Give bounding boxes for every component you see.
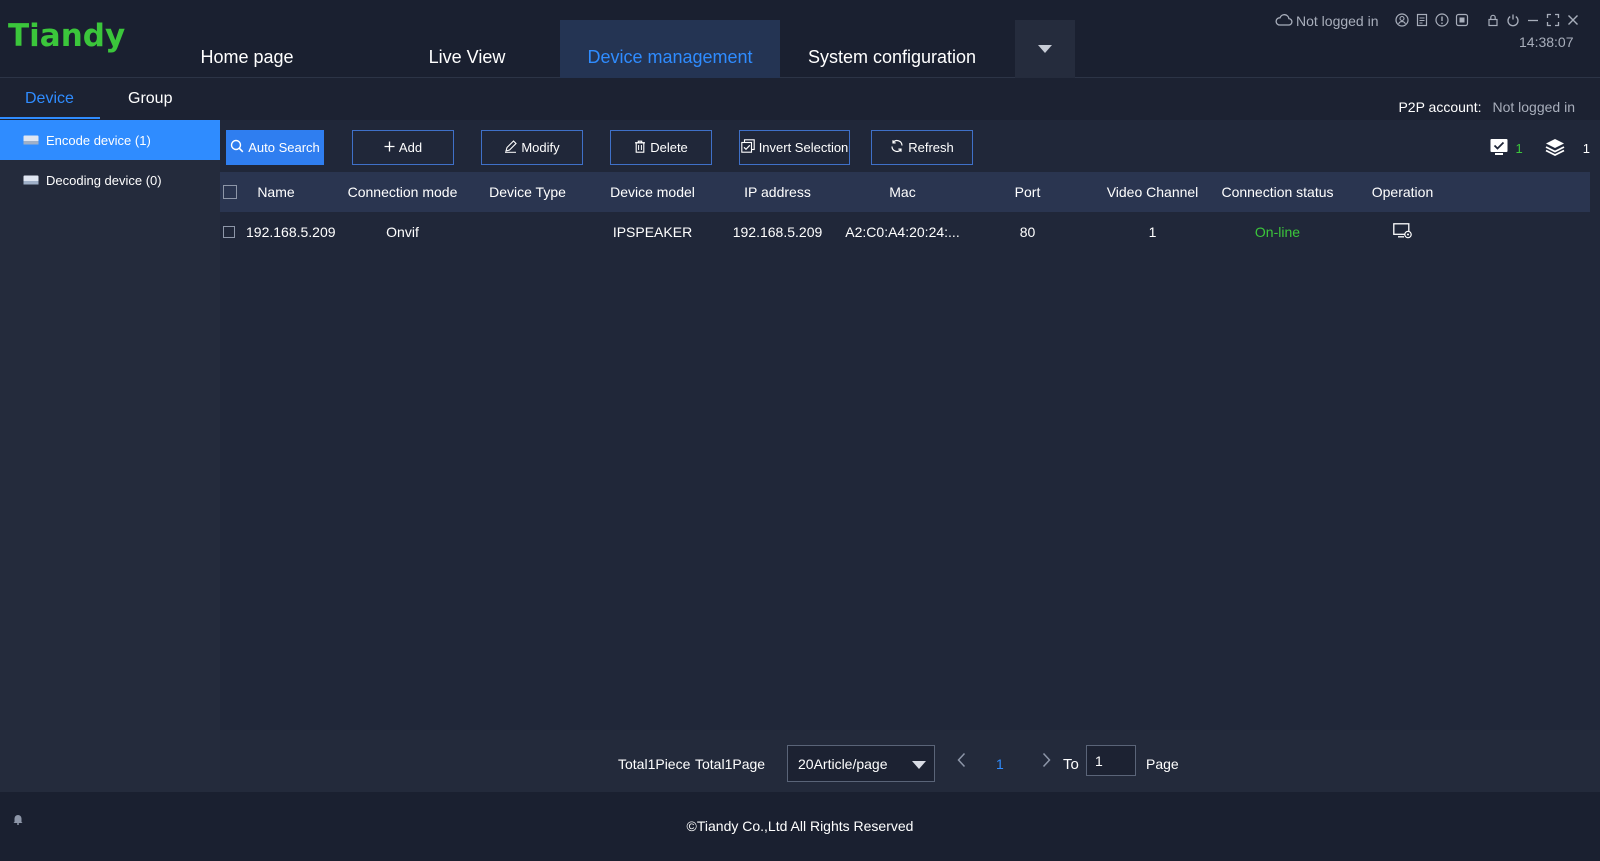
fullscreen-icon[interactable] bbox=[1545, 12, 1560, 27]
cell-connection-status: On-line bbox=[1254, 224, 1301, 240]
total-pages: Total1Page bbox=[695, 756, 766, 772]
pagination-bar: Total1Piece Total1Page 20Article/page 1 … bbox=[220, 730, 1600, 792]
column-header-ip-address[interactable]: IP address bbox=[715, 172, 840, 212]
refresh-button[interactable]: Refresh bbox=[871, 130, 973, 165]
search-icon bbox=[230, 139, 244, 156]
user-icon[interactable] bbox=[1394, 12, 1409, 27]
subtab-group[interactable]: Group bbox=[128, 90, 172, 108]
delete-button[interactable]: Delete bbox=[610, 130, 712, 165]
subtab-active-underline bbox=[0, 117, 100, 119]
cloud-icon bbox=[1275, 13, 1293, 29]
online-monitor-icon bbox=[1490, 138, 1508, 159]
device-table-header: Name Connection mode Device Type Device … bbox=[220, 172, 1590, 212]
device-settings-icon[interactable] bbox=[1392, 222, 1413, 242]
nav-tab-live-view[interactable]: Live View bbox=[357, 20, 577, 78]
column-header-name[interactable]: Name bbox=[240, 172, 312, 212]
cell-device-type bbox=[465, 212, 590, 252]
top-bar: Tiandy Home page Live View Device manage… bbox=[0, 0, 1600, 78]
modify-button[interactable]: Modify bbox=[481, 130, 583, 165]
subtab-device[interactable]: Device bbox=[25, 90, 74, 108]
p2p-account-label: P2P account: bbox=[1398, 99, 1482, 115]
chevron-down-icon bbox=[1038, 45, 1052, 53]
cloud-login-status[interactable]: Not logged in bbox=[1275, 13, 1379, 29]
chevron-right-icon bbox=[1042, 752, 1051, 768]
pencil-icon bbox=[504, 139, 518, 156]
cloud-status-text: Not logged in bbox=[1296, 13, 1379, 29]
online-count: 1 bbox=[1515, 141, 1523, 156]
chevron-left-icon bbox=[957, 752, 966, 768]
row-checkbox[interactable] bbox=[223, 226, 235, 238]
page-size-select[interactable]: 20Article/page bbox=[787, 745, 935, 782]
cell-port: 80 bbox=[1019, 224, 1036, 240]
prev-page-button[interactable] bbox=[952, 748, 972, 772]
cell-video-channel: 1 bbox=[1148, 224, 1157, 240]
plus-icon bbox=[384, 140, 395, 155]
column-header-connection-status[interactable]: Connection status bbox=[1215, 172, 1340, 212]
copyright-text: ©Tiandy Co.,Ltd All Rights Reserved bbox=[686, 818, 914, 834]
next-page-button[interactable] bbox=[1036, 748, 1056, 772]
column-header-device-type[interactable]: Device Type bbox=[465, 172, 590, 212]
power-icon[interactable] bbox=[1505, 12, 1520, 27]
page-number-current[interactable]: 1 bbox=[996, 756, 1004, 772]
nav-tab-device-management[interactable]: Device management bbox=[560, 20, 780, 78]
page-label: Page bbox=[1146, 756, 1179, 772]
device-stats: 1 1 bbox=[1490, 138, 1590, 159]
column-header-mac[interactable]: Mac bbox=[840, 172, 965, 212]
clock: 14:38:07 bbox=[1519, 34, 1574, 50]
select-all-checkbox[interactable] bbox=[223, 185, 237, 199]
nav-more-dropdown[interactable] bbox=[1015, 20, 1075, 78]
trash-icon bbox=[634, 140, 646, 156]
system-icons bbox=[1394, 12, 1580, 27]
lock-icon[interactable] bbox=[1485, 12, 1500, 27]
goto-page-input[interactable] bbox=[1086, 745, 1136, 776]
document-icon[interactable] bbox=[1414, 12, 1429, 27]
alert-icon[interactable] bbox=[1434, 12, 1449, 27]
cell-device-model: IPSPEAKER bbox=[612, 224, 693, 240]
sidebar-item-label: Decoding device (0) bbox=[46, 172, 162, 188]
sidebar-item-label: Encode device (1) bbox=[46, 132, 151, 148]
cell-name: 192.168.5.209 bbox=[246, 224, 336, 240]
tiandy-logo: Tiandy bbox=[8, 18, 126, 54]
device-icon bbox=[23, 175, 39, 185]
invert-selection-icon bbox=[740, 139, 755, 156]
close-icon[interactable] bbox=[1565, 12, 1580, 27]
device-sidebar: Encode device (1) Decoding device (0) bbox=[0, 120, 220, 792]
cell-ip-address: 192.168.5.209 bbox=[732, 224, 823, 240]
total-count: 1 bbox=[1582, 141, 1590, 156]
nav-tab-home-page[interactable]: Home page bbox=[137, 20, 357, 78]
goto-label: To bbox=[1063, 756, 1079, 773]
device-icon bbox=[23, 135, 39, 145]
footer: ©Tiandy Co.,Ltd All Rights Reserved bbox=[0, 792, 1600, 861]
column-header-port[interactable]: Port bbox=[965, 172, 1090, 212]
sidebar-item-encode-device[interactable]: Encode device (1) bbox=[0, 120, 220, 160]
column-header-device-model[interactable]: Device model bbox=[590, 172, 715, 212]
invert-selection-button[interactable]: Invert Selection bbox=[739, 130, 850, 165]
device-main-panel: Auto Search Add Modify Delete Invert Sel… bbox=[220, 120, 1600, 792]
cell-connection-mode: Onvif bbox=[386, 224, 419, 240]
p2p-account-value[interactable]: Not logged in bbox=[1492, 99, 1575, 115]
auto-search-button[interactable]: Auto Search bbox=[226, 130, 324, 165]
total-pieces: Total1Piece bbox=[618, 756, 691, 772]
chevron-down-icon bbox=[912, 761, 926, 769]
add-button[interactable]: Add bbox=[352, 130, 454, 165]
table-row[interactable]: 192.168.5.209 Onvif IPSPEAKER 192.168.5.… bbox=[220, 212, 1590, 252]
cell-mac: A2:C0:A4:20:24:... bbox=[845, 224, 960, 240]
sidebar-item-decoding-device[interactable]: Decoding device (0) bbox=[0, 160, 220, 200]
nav-tab-system-configuration[interactable]: System configuration bbox=[782, 20, 1002, 78]
cell-operation bbox=[1340, 212, 1465, 252]
column-header-video-channel[interactable]: Video Channel bbox=[1090, 172, 1215, 212]
column-header-operation: Operation bbox=[1371, 184, 1434, 200]
refresh-icon bbox=[890, 139, 904, 156]
record-icon[interactable] bbox=[1454, 12, 1469, 27]
minimize-icon[interactable] bbox=[1525, 12, 1540, 27]
layers-icon bbox=[1545, 138, 1565, 159]
p2p-account: P2P account: Not logged in bbox=[1398, 99, 1575, 115]
column-header-connection-mode[interactable]: Connection mode bbox=[340, 172, 465, 212]
